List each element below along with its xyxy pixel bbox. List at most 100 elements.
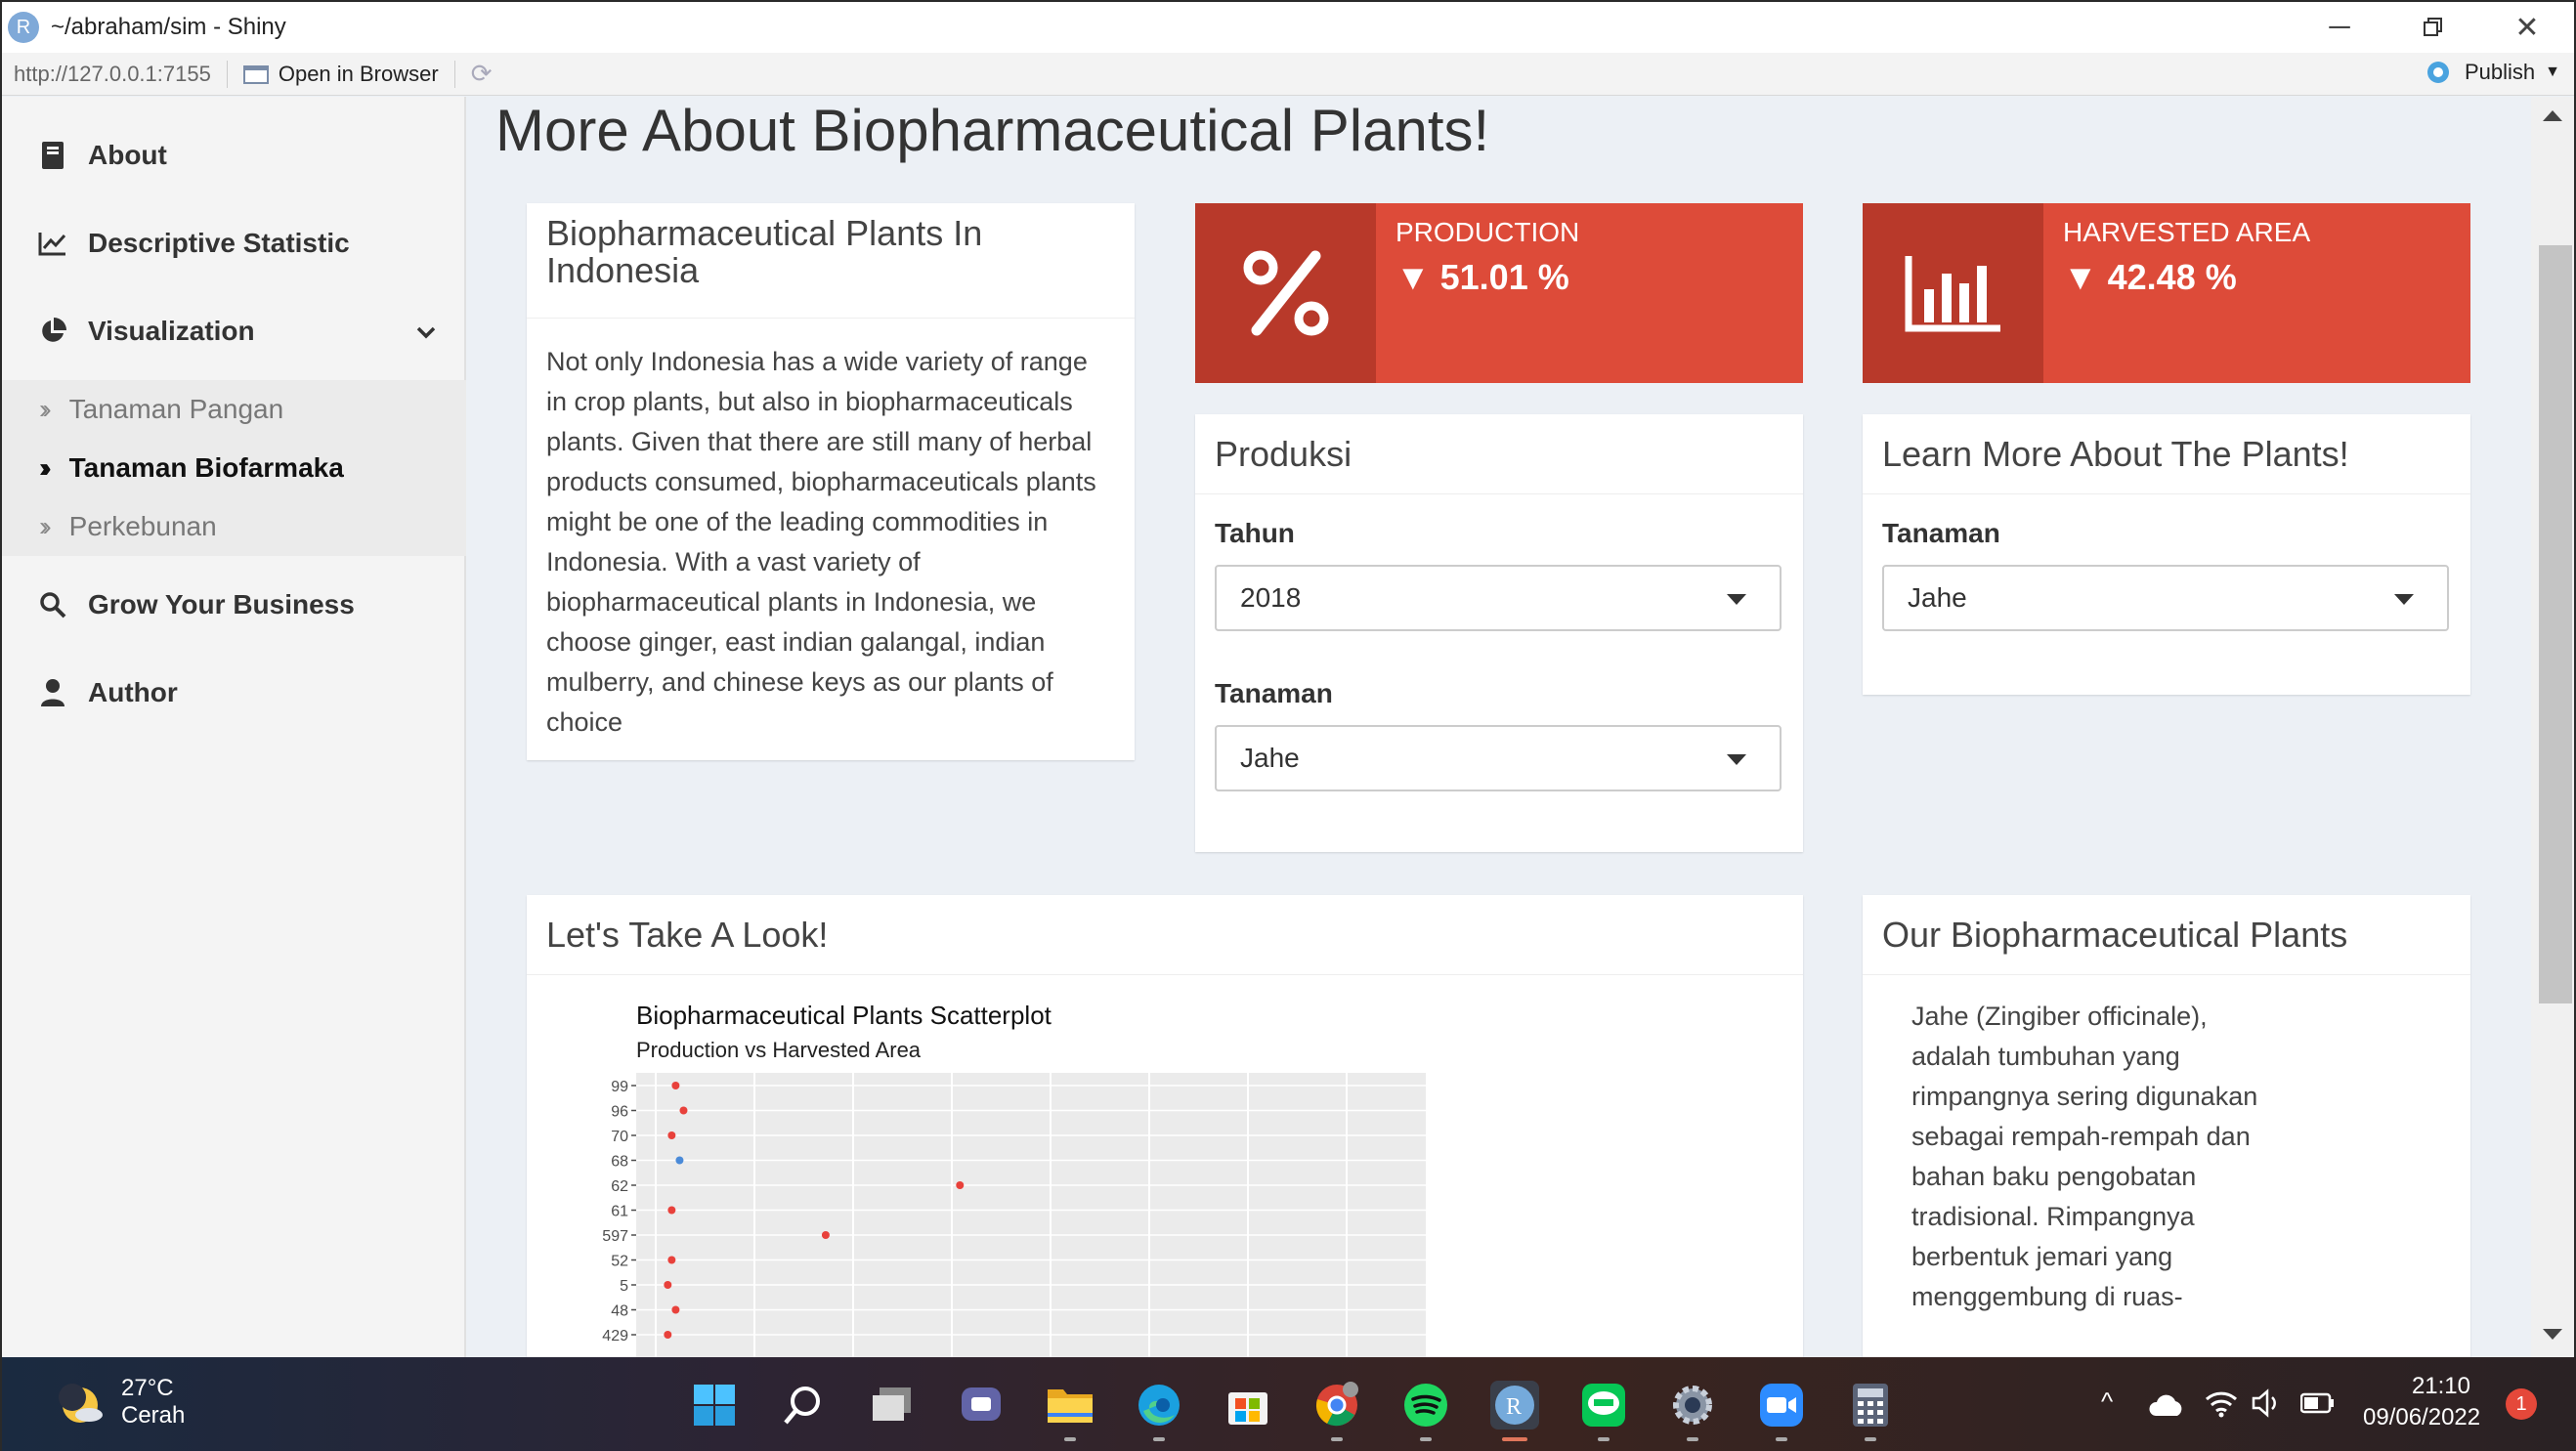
our-plants-text: Jahe (Zingiber officinale), adalah tumbu… (1911, 1002, 2258, 1311)
notification-badge[interactable]: 1 (2506, 1388, 2537, 1420)
sidebar-item-visualization[interactable]: Visualization (2, 297, 466, 365)
calculator-icon[interactable] (1846, 1381, 1895, 1441)
tanaman-select-value: Jahe (1240, 743, 1300, 773)
tahun-select[interactable]: 2018 (1215, 565, 1782, 631)
settings-icon[interactable] (1668, 1381, 1717, 1441)
scatter-point[interactable] (821, 1231, 830, 1239)
produksi-box: Produksi Tahun 2018 Tanaman Jahe (1195, 414, 1803, 852)
sidebar-item-label: Descriptive Statistic (88, 228, 350, 258)
open-in-browser-button[interactable]: Open in Browser (242, 62, 439, 87)
scatter-point[interactable] (679, 1106, 688, 1115)
browser-icon (242, 64, 269, 84)
submenu-item-tanaman-pangan[interactable]: ›› Tanaman Pangan (2, 380, 466, 439)
wifi-icon[interactable] (2205, 1388, 2238, 1418)
scatter-point[interactable] (664, 1331, 672, 1339)
window-title: ~/abraham/sim - Shiny (51, 14, 286, 40)
y-tick-label: 48 (611, 1303, 628, 1320)
main-content: More About Biopharmaceutical Plants! Bio… (469, 97, 2531, 1357)
learn-more-box: Learn More About The Plants! Tanaman Jah… (1863, 414, 2470, 695)
our-plants-box: Our Biopharmaceutical Plants Jahe (Zingi… (1863, 895, 2470, 1357)
zoom-icon[interactable] (1757, 1381, 1806, 1441)
close-button[interactable]: ✕ (2480, 2, 2574, 53)
clock[interactable]: 21:10 09/06/2022 (2363, 1373, 2480, 1431)
sidebar-item-label: Author (88, 677, 178, 707)
sidebar-item-label: Visualization (88, 316, 255, 346)
submenu-item-label: Perkebunan (68, 511, 217, 541)
weather-desc: Cerah (121, 1402, 186, 1429)
scatter-point[interactable] (667, 1206, 676, 1215)
learn-tanaman-select[interactable]: Jahe (1882, 565, 2449, 631)
chevron-up-icon[interactable]: ^ (2101, 1387, 2113, 1417)
spotify-icon[interactable] (1401, 1381, 1450, 1441)
windows-start-icon[interactable] (690, 1381, 739, 1430)
refresh-icon[interactable]: ⟳ (471, 59, 493, 89)
y-tick-label: 96 (611, 1104, 628, 1121)
r-app-icon: R (8, 12, 39, 43)
scatter-point[interactable] (671, 1305, 680, 1314)
url-text[interactable]: http://127.0.0.1:7155 (14, 62, 211, 87)
tahun-label: Tahun (1215, 518, 1295, 548)
our-plants-title: Our Biopharmaceutical Plants (1863, 895, 2470, 975)
volume-icon[interactable] (2252, 1388, 2283, 1418)
chart-title: Biopharmaceutical Plants Scatterplot (636, 1001, 1052, 1030)
clock-time: 21:10 (2411, 1373, 2470, 1399)
sidebar-item-grow-your-business[interactable]: Grow Your Business (2, 571, 466, 639)
scatter-point[interactable] (675, 1156, 684, 1165)
submenu-item-perkebunan[interactable]: ›› Perkebunan (2, 497, 466, 556)
file-explorer-icon[interactable] (1046, 1381, 1095, 1441)
store-icon[interactable] (1224, 1381, 1272, 1430)
minimize-button[interactable]: ─ (2293, 2, 2386, 53)
scatter-point[interactable] (667, 1256, 676, 1264)
caret-down-icon (1727, 594, 1746, 605)
chevron-down-icon[interactable]: ▼ (2545, 64, 2560, 81)
tanaman-select[interactable]: Jahe (1215, 725, 1782, 791)
harvested-area-value: ▼ 42.48 % (2063, 257, 2237, 297)
chevron-down-icon[interactable] (415, 317, 437, 348)
submenu-item-tanaman-biofarmaka[interactable]: ›› Tanaman Biofarmaka (2, 439, 466, 497)
cloud-icon[interactable] (2148, 1392, 2185, 1418)
learn-tanaman-select-value: Jahe (1908, 582, 1967, 613)
double-chevron-right-icon: ›› (39, 511, 51, 541)
edge-icon[interactable] (1135, 1381, 1183, 1441)
battery-icon[interactable] (2300, 1392, 2336, 1414)
sidebar-item-label: About (88, 140, 167, 170)
user-icon (35, 678, 70, 707)
sidebar-item-descriptive-statistic[interactable]: Descriptive Statistic (2, 209, 466, 277)
scatter-point[interactable] (671, 1082, 680, 1089)
scatter-point[interactable] (664, 1281, 672, 1289)
learn-more-box-title: Learn More About The Plants! (1863, 414, 2470, 494)
percent-icon (1195, 203, 1376, 383)
restore-button[interactable] (2386, 2, 2480, 53)
publish-button[interactable]: Publish ▼ (2422, 59, 2560, 86)
divider (453, 60, 455, 88)
sidebar-item-about[interactable]: About (2, 121, 466, 190)
produksi-box-title: Produksi (1195, 414, 1803, 494)
scroll-down-arrow[interactable] (2543, 1329, 2562, 1340)
weather-temp: 27°C (121, 1375, 174, 1401)
task-view-icon[interactable] (868, 1381, 917, 1430)
lets-take-a-look-box: Let's Take A Look! Biopharmaceutical Pla… (527, 895, 1803, 1357)
teams-chat-icon[interactable] (957, 1381, 1006, 1430)
rstudio-icon[interactable]: R (1490, 1381, 1539, 1441)
intro-box-text: Not only Indonesia has a wide variety of… (546, 347, 1096, 737)
vertical-scrollbar[interactable] (2531, 97, 2574, 1357)
sidebar-item-author[interactable]: Author (2, 659, 466, 727)
y-tick-label: 597 (602, 1228, 628, 1245)
weather-widget[interactable]: 27°C Cerah (57, 1375, 185, 1430)
caret-down-icon (2394, 594, 2414, 605)
scatter-point[interactable] (956, 1181, 965, 1189)
scatter-point[interactable] (667, 1131, 676, 1139)
line-icon[interactable] (1579, 1381, 1628, 1441)
y-tick-label: 62 (611, 1178, 628, 1195)
svg-text:R: R (1506, 1394, 1522, 1420)
y-tick-label: 429 (602, 1328, 628, 1344)
publish-icon (2427, 62, 2449, 83)
search-icon[interactable] (779, 1381, 828, 1430)
production-value: ▼ 51.01 % (1395, 257, 1569, 297)
divider (226, 60, 228, 88)
scroll-up-arrow[interactable] (2543, 110, 2562, 121)
scrollbar-thumb[interactable] (2539, 245, 2572, 1003)
chrome-icon[interactable] (1312, 1381, 1361, 1441)
production-label: Production (1395, 217, 1580, 247)
book-icon (35, 141, 70, 170)
